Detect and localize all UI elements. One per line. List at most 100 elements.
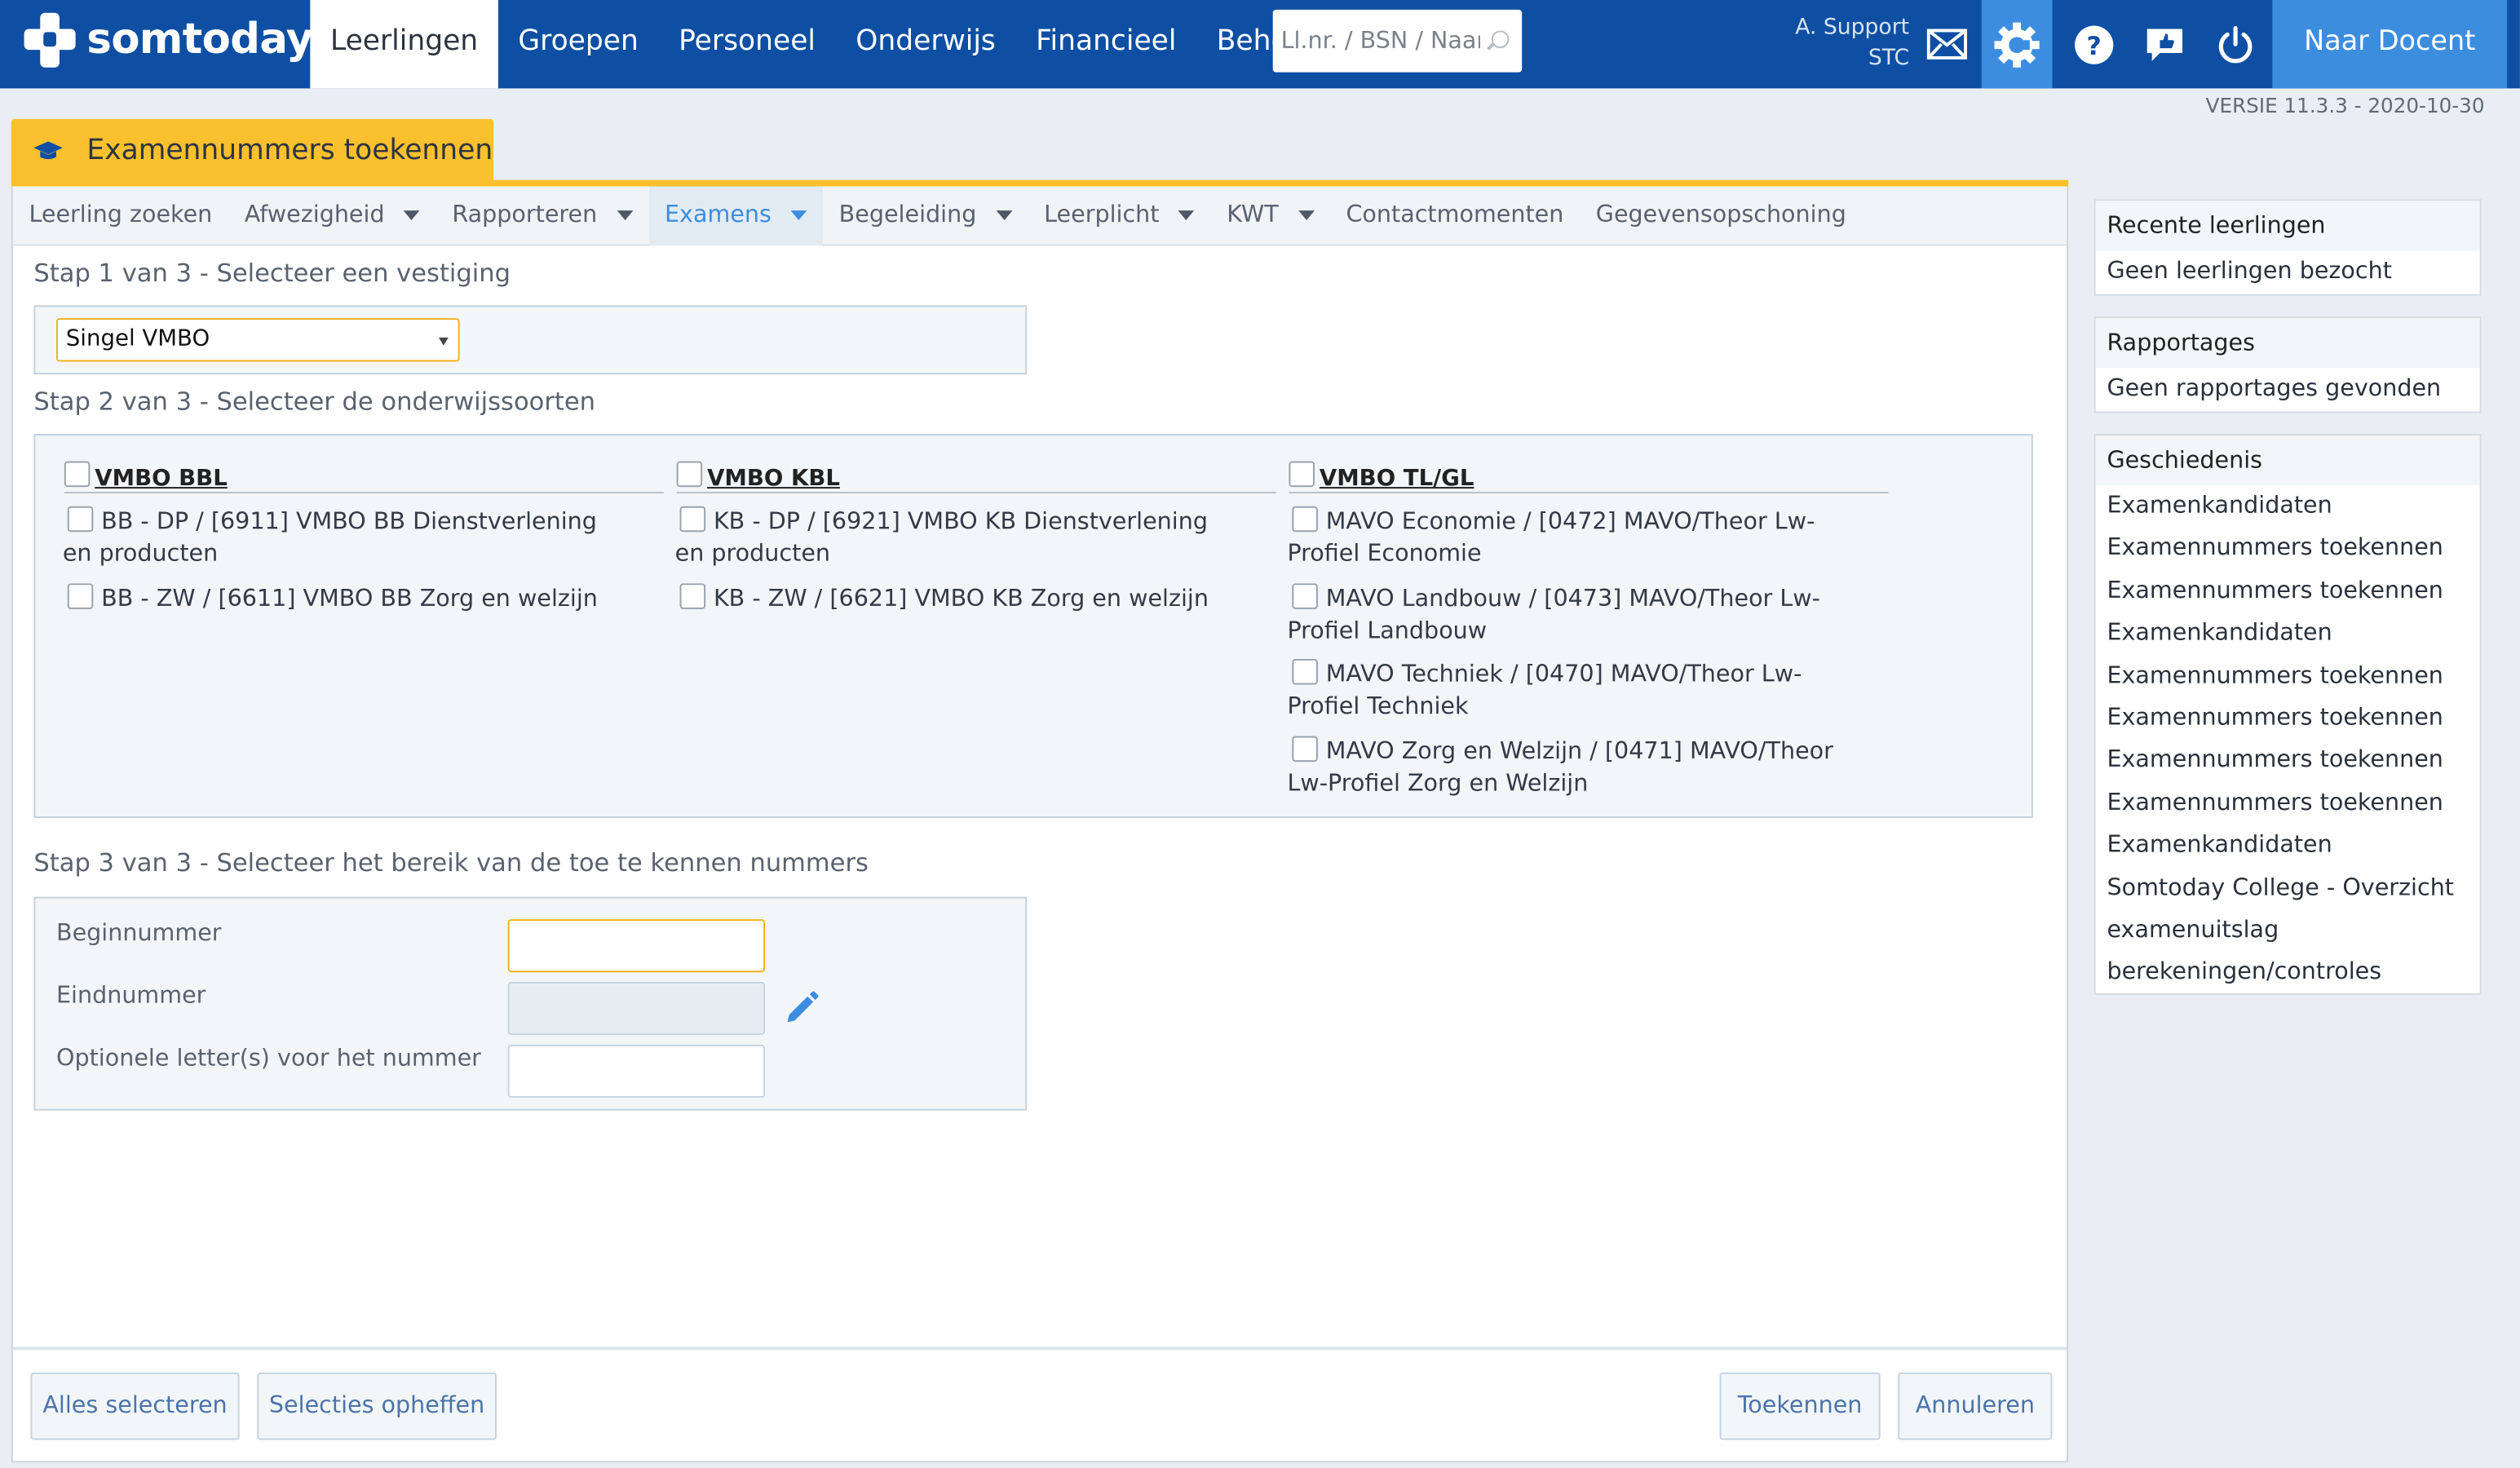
option-label: MAVO Landbouw / [0473] MAVO/Theor Lw-Pro… [1287, 586, 1821, 644]
somtoday-logo[interactable]: somtoday [23, 10, 313, 71]
app-root: somtoday Leerlingen Groepen Personeel On… [0, 0, 2520, 1467]
nav-item-onderwijs[interactable]: Onderwijs [836, 0, 1016, 88]
history-item[interactable]: Examennummers toekennen [2096, 528, 2480, 570]
top-navigation-bar: somtoday Leerlingen Groepen Personeel On… [0, 0, 2520, 89]
subnav-label: Afwezigheid [244, 201, 385, 228]
subnav-kwt[interactable]: KWT [1211, 186, 1330, 245]
subnav-label: Contactmomenten [1346, 201, 1564, 228]
column-title: VMBO KBL [707, 465, 840, 492]
history-item[interactable]: Examennummers toekennen [2096, 740, 2480, 782]
step2-title: Stap 2 van 3 - Selecteer de onderwijssoo… [33, 387, 596, 417]
subnav-contactmomenten[interactable]: Contactmomenten [1330, 186, 1580, 245]
user-org: STC [1868, 45, 1910, 71]
subnav-gegevensopschoning[interactable]: Gegevensopschoning [1580, 186, 1862, 245]
mail-icon[interactable] [1911, 0, 1982, 88]
beginnummer-input[interactable] [509, 921, 764, 971]
somtoday-logo-icon [23, 10, 77, 71]
help-icon[interactable]: ? [2058, 0, 2129, 88]
history-item[interactable]: Examenkandidaten [2096, 825, 2480, 867]
chevron-down-icon [790, 210, 807, 220]
letters-input[interactable] [509, 1046, 764, 1096]
checkbox-vmbo-tl-gl[interactable] [1289, 460, 1315, 487]
settings-gear-icon[interactable] [1981, 0, 2053, 89]
chevron-down-icon [404, 210, 420, 220]
checkbox-bb-zw[interactable] [67, 583, 94, 609]
chevron-down-icon [616, 210, 633, 220]
checkbox-kb-zw[interactable] [679, 583, 706, 609]
subnav-label: Leerplicht [1044, 201, 1160, 228]
nav-item-leerlingen[interactable]: Leerlingen [310, 0, 498, 89]
subnav-leerplicht[interactable]: Leerplicht [1028, 186, 1210, 245]
user-info[interactable]: A. Support STC [1795, 13, 1909, 74]
vestiging-select[interactable]: Singel VMBO [55, 318, 460, 362]
page-title: Examennummers toekennen [86, 134, 493, 166]
option-label: MAVO Economie / [0472] MAVO/Theor Lw-Pro… [1287, 509, 1815, 567]
history-item[interactable]: examenuitslag [2096, 909, 2480, 952]
version-label: VERSIE 11.3.3 - 2020-10-30 [2205, 93, 2485, 117]
clear-selections-button[interactable]: Selecties opheffen [257, 1372, 497, 1440]
option-label: MAVO Techniek / [0470] MAVO/Theor Lw-Pro… [1287, 661, 1802, 719]
logout-power-icon[interactable] [2200, 0, 2271, 88]
checkbox-mavo-techniek[interactable] [1292, 658, 1318, 685]
subnav-rapporteren[interactable]: Rapporteren [436, 186, 649, 245]
brand-name: somtoday [86, 15, 313, 64]
option-mavo-economie: MAVO Economie / [0472] MAVO/Theor Lw-Pro… [1287, 506, 1858, 571]
sub-navigation: Leerling zoeken Afwezigheid Rapporteren … [12, 185, 2067, 246]
checkbox-mavo-landbouw[interactable] [1292, 583, 1318, 609]
history-item[interactable]: Examennummers toekennen [2096, 655, 2480, 697]
chevron-down-icon [1178, 210, 1195, 220]
checkbox-vmbo-kbl[interactable] [676, 460, 703, 487]
nav-item-personeel[interactable]: Personeel [658, 0, 835, 88]
eindnummer-label: Eindnummer [55, 984, 206, 1010]
option-label: KB - DP / [6921] VMBO KB Dienstverlening… [674, 509, 1208, 567]
history-item[interactable]: Examennummers toekennen [2096, 782, 2480, 825]
subnav-examens[interactable]: Examens [648, 185, 823, 245]
checkbox-kb-dp[interactable] [679, 506, 706, 533]
subnav-leerling-zoeken[interactable]: Leerling zoeken [13, 186, 228, 245]
checkbox-mavo-economie[interactable] [1292, 506, 1318, 533]
vestiging-select-value: Singel VMBO [65, 326, 210, 352]
letters-field[interactable] [507, 1044, 766, 1098]
student-search-input[interactable] [1272, 9, 1523, 73]
toekennen-button[interactable]: Toekennen [1719, 1372, 1881, 1440]
history-item[interactable]: berekeningen/controles [2096, 952, 2480, 994]
eindnummer-field [507, 982, 766, 1036]
history-item[interactable]: Examennummers toekennen [2096, 570, 2480, 612]
option-kb-dp: KB - DP / [6921] VMBO KB Dienstverlening… [674, 506, 1230, 571]
reports-panel: Rapportages Geen rapportages gevonden [2093, 316, 2482, 413]
subnav-afwezigheid[interactable]: Afwezigheid [228, 186, 436, 245]
checkbox-bb-dp[interactable] [67, 506, 94, 533]
checkbox-vmbo-bbl[interactable] [64, 460, 91, 487]
subnav-begeleiding[interactable]: Begeleiding [823, 186, 1028, 245]
checkbox-mavo-zorg-welzijn[interactable] [1292, 736, 1318, 763]
history-panel: Geschiedenis Examenkandidaten Examennumm… [2093, 434, 2482, 995]
subnav-label: KWT [1227, 201, 1279, 228]
option-mavo-landbouw: MAVO Landbouw / [0473] MAVO/Theor Lw-Pro… [1287, 583, 1858, 648]
option-mavo-techniek: MAVO Techniek / [0470] MAVO/Theor Lw-Pro… [1287, 658, 1858, 723]
search-icon[interactable] [1491, 30, 1510, 49]
select-all-button[interactable]: Alles selecteren [30, 1372, 240, 1440]
subnav-label: Examens [664, 201, 771, 228]
option-label: MAVO Zorg en Welzijn / [0471] MAVO/Theor… [1287, 739, 1833, 797]
step1-title: Stap 1 van 3 - Selecteer een vestiging [33, 259, 511, 288]
beginnummer-field[interactable] [507, 919, 766, 973]
student-search [1272, 9, 1523, 73]
history-item[interactable]: Examenkandidaten [2096, 612, 2480, 655]
option-bb-zw: BB - ZW / [6611] VMBO BB Zorg en welzijn [63, 583, 617, 616]
nav-item-groepen[interactable]: Groepen [498, 0, 659, 88]
beginnummer-label: Beginnummer [55, 921, 222, 947]
svg-text:?: ? [2087, 31, 2102, 60]
column-header-vmbo-tl-gl: VMBO TL/GL [1289, 455, 1889, 493]
naar-docent-button[interactable]: Naar Docent [2272, 0, 2508, 89]
pencil-edit-icon[interactable] [785, 990, 820, 1025]
subnav-label: Gegevensopschoning [1595, 201, 1846, 228]
nav-item-financieel[interactable]: Financieel [1016, 0, 1197, 88]
feedback-icon[interactable] [2129, 0, 2200, 88]
annuleren-button[interactable]: Annuleren [1898, 1372, 2053, 1440]
column-header-vmbo-bbl: VMBO BBL [64, 455, 664, 493]
history-item[interactable]: Examennummers toekennen [2096, 697, 2480, 740]
letters-label: Optionele letter(s) voor het nummer [55, 1046, 481, 1072]
history-item[interactable]: Somtoday College - Overzicht [2096, 867, 2480, 909]
dropdown-arrow-icon [438, 337, 449, 346]
history-item[interactable]: Examenkandidaten [2096, 485, 2480, 528]
